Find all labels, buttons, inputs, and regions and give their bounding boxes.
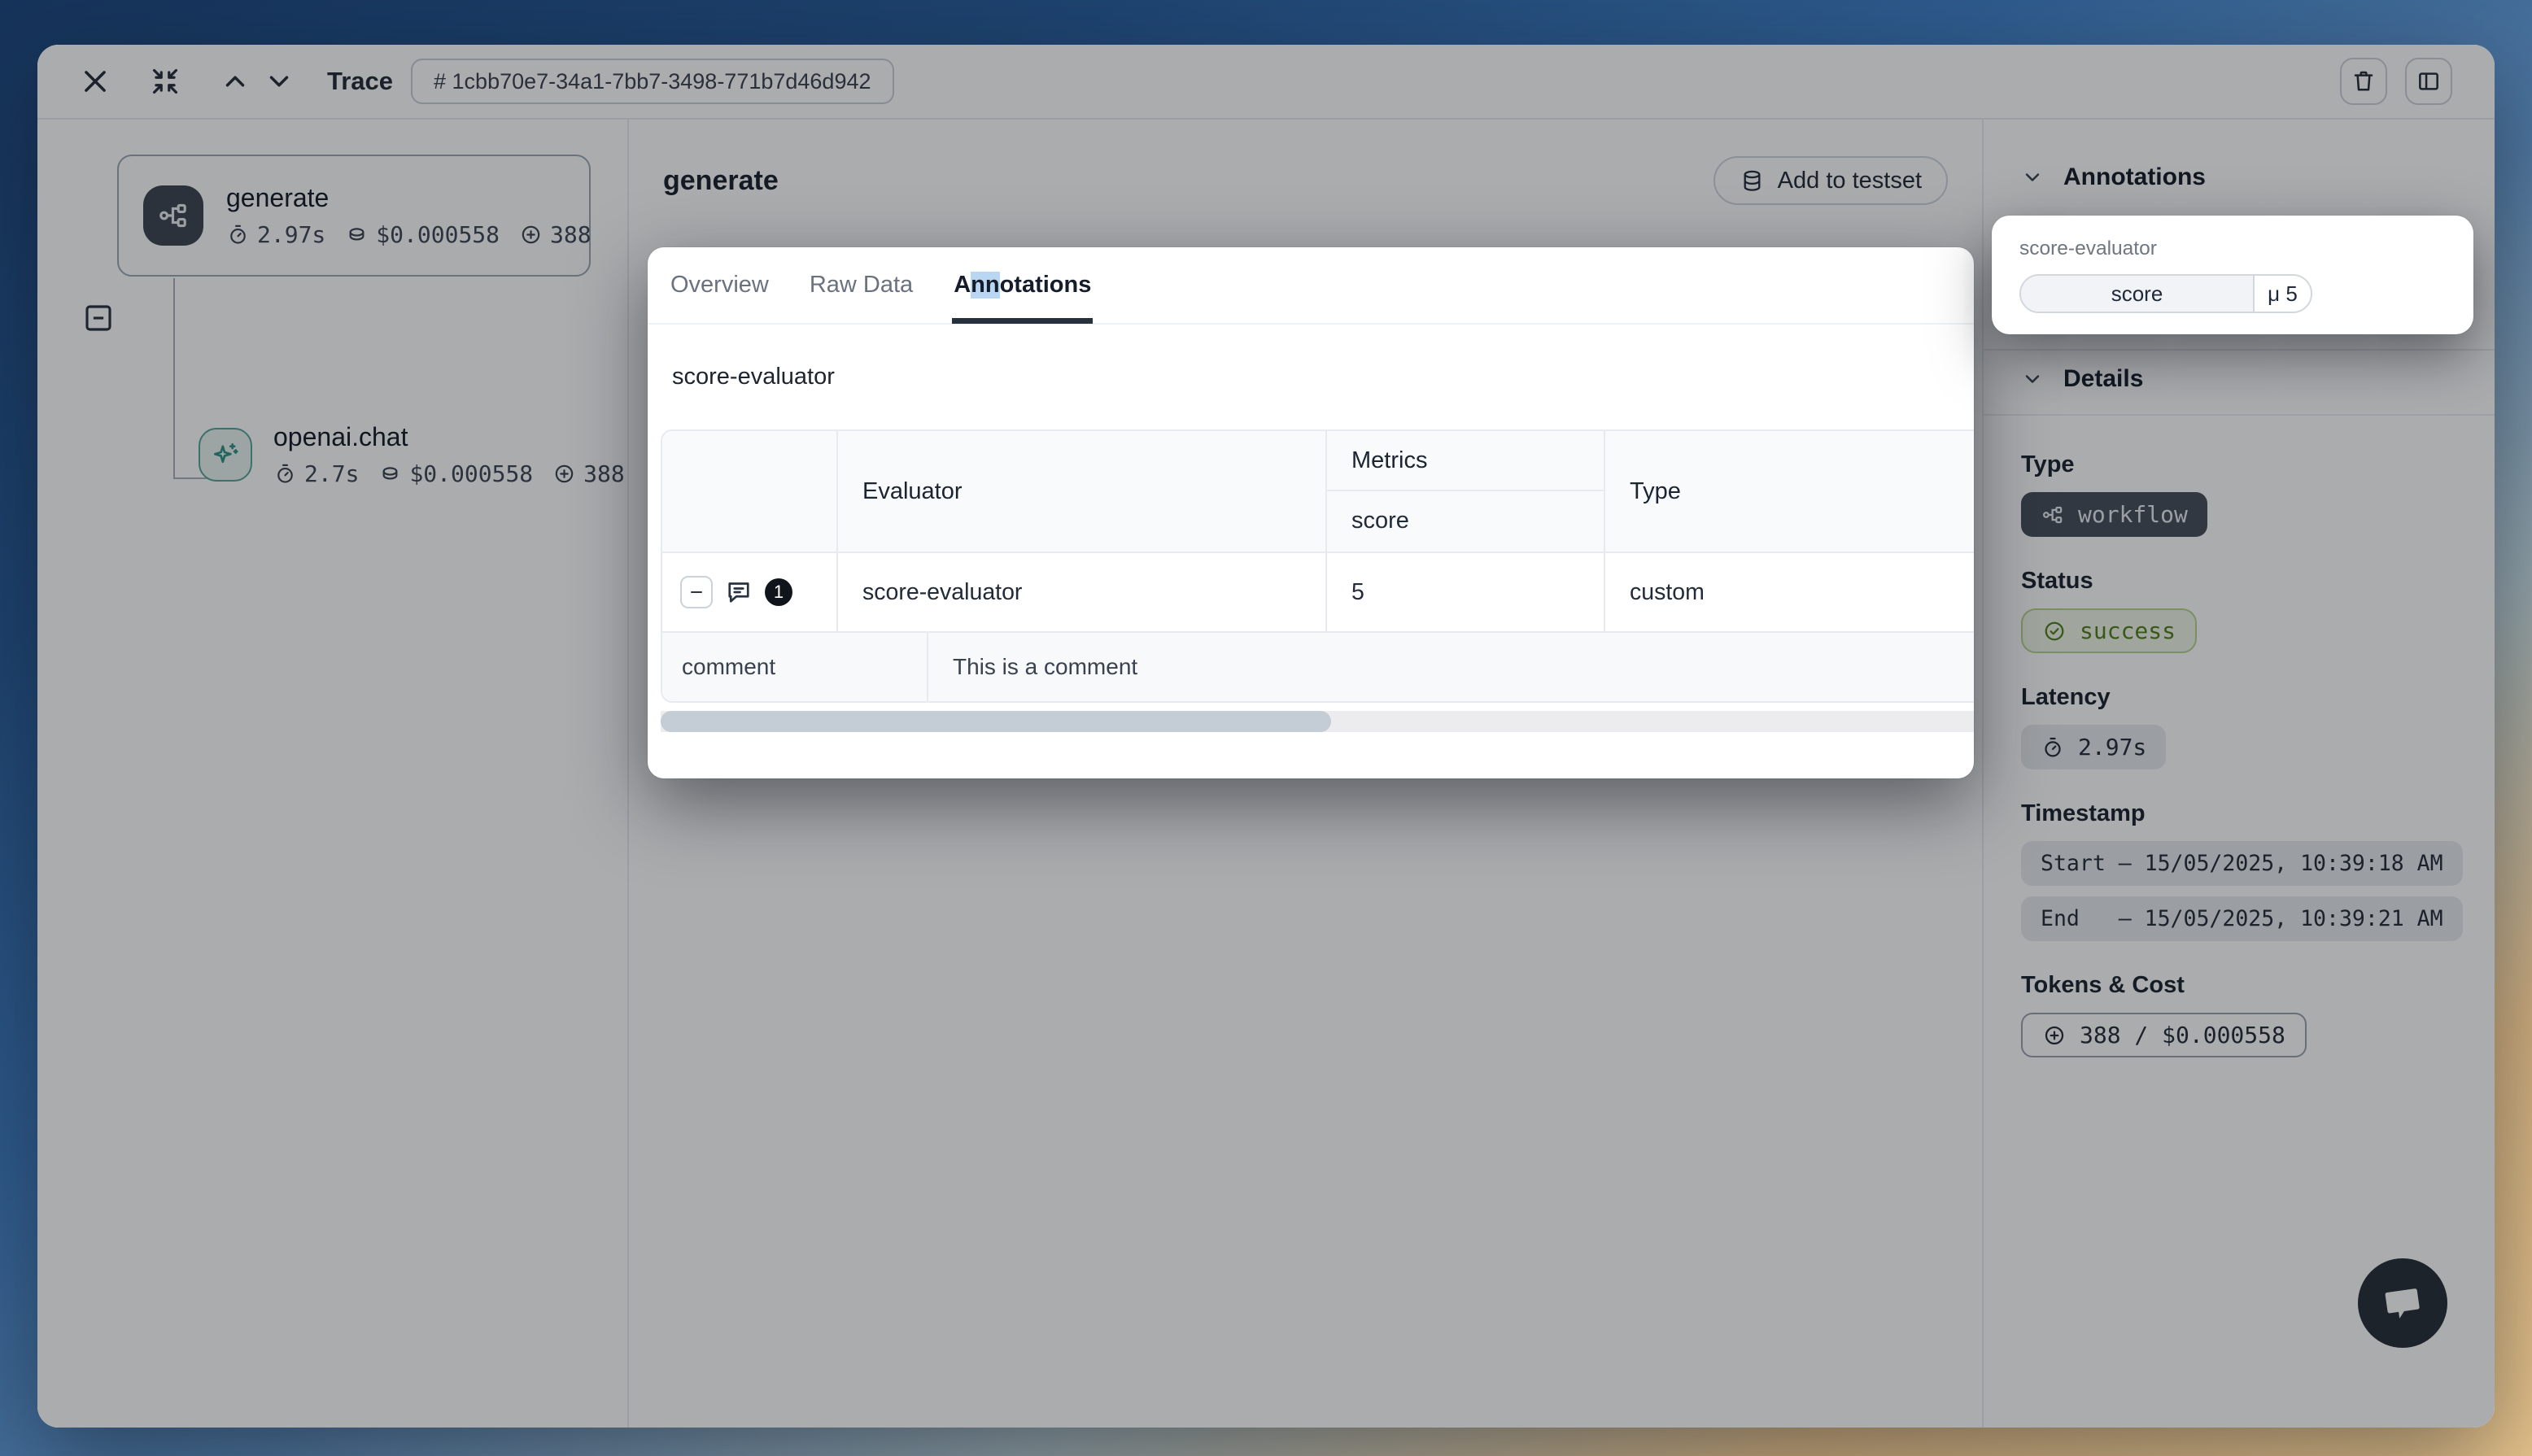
plus-circle-icon xyxy=(519,223,543,246)
check-circle-icon xyxy=(2042,619,2067,643)
span-name: openai.chat xyxy=(273,422,625,452)
cell-type: custom xyxy=(1605,553,1974,631)
minus-icon xyxy=(687,582,706,602)
span-name: generate xyxy=(226,183,592,213)
span-title: generate xyxy=(663,165,779,197)
evaluator-table: Evaluator Metrics score Type xyxy=(661,429,1974,703)
type-label: Type xyxy=(2021,451,2457,478)
tree-connector xyxy=(173,278,175,479)
tab-raw-data[interactable]: Raw Data xyxy=(808,247,915,323)
details-section-header: Details xyxy=(1984,351,2495,393)
tokens-stat: 388 xyxy=(519,221,592,248)
chat-bubble-icon xyxy=(2377,1277,2429,1329)
type-badge: workflow xyxy=(2021,492,2207,537)
metric-score-control[interactable]: score μ 5 xyxy=(2019,274,2312,313)
span-node-generate[interactable]: generate 2.97s $0.000558 388 xyxy=(117,155,591,277)
tab-annotations[interactable]: Annotations xyxy=(952,247,1093,323)
evaluator-section-title: score-evaluator xyxy=(672,364,1974,390)
comment-row: comment This is a comment xyxy=(662,631,1974,701)
latency-badge: 2.97s xyxy=(2021,725,2166,769)
delete-trace-button[interactable] xyxy=(2340,58,2387,105)
scrollbar-thumb[interactable] xyxy=(661,711,1331,732)
workflow-icon xyxy=(2041,503,2065,527)
end-timestamp-badge: End – 15/05/2025, 10:39:21 AM xyxy=(2021,896,2463,941)
toolbar: Trace # 1cbb70e7-34a1-7bb7-3498-771b7d46… xyxy=(37,45,2495,120)
chevron-down-icon[interactable] xyxy=(2021,166,2044,189)
comment-icon[interactable] xyxy=(724,578,753,607)
chevron-down-icon[interactable] xyxy=(2021,368,2044,390)
trace-window: Trace # 1cbb70e7-34a1-7bb7-3498-771b7d46… xyxy=(37,45,2495,1428)
start-timestamp-badge: Start – 15/05/2025, 10:39:18 AM xyxy=(2021,841,2463,886)
nav-up-icon[interactable] xyxy=(220,66,251,97)
tokens-stat: 388 xyxy=(552,460,625,487)
annotations-tab-content: score-evaluator Evaluator Metrics score … xyxy=(648,364,1974,732)
plus-circle-icon xyxy=(552,462,576,486)
sparkle-icon xyxy=(199,428,252,482)
collapse-row-button[interactable] xyxy=(680,576,713,608)
header-cell-evaluator: Evaluator xyxy=(838,431,1327,551)
main-header: generate Add to testset xyxy=(629,120,1982,242)
span-node-openai-chat[interactable]: openai.chat 2.7s $0.000558 388 xyxy=(199,422,625,487)
status-badge: success xyxy=(2021,608,2197,653)
stopwatch-icon xyxy=(2041,735,2065,760)
tab-overview[interactable]: Overview xyxy=(669,247,771,323)
cost-stat: $0.000558 xyxy=(378,460,533,487)
metric-name: score xyxy=(2021,276,2255,312)
comment-key: comment xyxy=(662,633,928,701)
workflow-icon xyxy=(143,185,203,246)
add-to-testset-button[interactable]: Add to testset xyxy=(1713,156,1948,205)
header-cell-empty xyxy=(662,431,838,551)
latency-stat: 2.97s xyxy=(226,221,325,248)
main-panel: generate Add to testset Overview Raw Dat… xyxy=(629,120,1982,1428)
tab-bar: Overview Raw Data Annotations xyxy=(648,247,1974,325)
annotation-card: score-evaluator score μ 5 xyxy=(1992,216,2473,334)
span-detail-card: Overview Raw Data Annotations score-eval… xyxy=(648,247,1974,778)
tokens-cost-label: Tokens & Cost xyxy=(2021,972,2457,999)
toggle-panel-button[interactable] xyxy=(2405,58,2452,105)
timestamp-label: Timestamp xyxy=(2021,800,2457,827)
latency-label: Latency xyxy=(2021,684,2457,711)
comment-count-badge: 1 xyxy=(765,578,792,606)
collapse-icon[interactable] xyxy=(150,66,181,97)
tokens-cost-badge: 388 / $0.000558 xyxy=(2021,1013,2307,1057)
stopwatch-icon xyxy=(226,223,250,246)
table-row: 1 score-evaluator 5 custom xyxy=(662,553,1974,631)
header-cell-metrics: Metrics score xyxy=(1327,431,1605,551)
chat-support-button[interactable] xyxy=(2358,1258,2447,1348)
cost-stat: $0.000558 xyxy=(345,221,500,248)
coins-icon xyxy=(345,223,369,246)
page-title: Trace xyxy=(327,67,393,96)
status-label: Status xyxy=(2021,568,2457,595)
panel-layout-icon xyxy=(2416,68,2442,94)
trash-icon xyxy=(2351,68,2377,94)
stopwatch-icon xyxy=(273,462,297,486)
comment-value: This is a comment xyxy=(928,633,1974,701)
text-selection: nn xyxy=(971,272,999,299)
table-header: Evaluator Metrics score Type xyxy=(662,431,1974,553)
trace-id-badge[interactable]: # 1cbb70e7-34a1-7bb7-3498-771b7d46d942 xyxy=(411,59,893,104)
annotation-evaluator-label: score-evaluator xyxy=(2019,238,2446,260)
plus-circle-icon xyxy=(2042,1023,2067,1048)
nav-down-icon[interactable] xyxy=(264,66,295,97)
close-icon[interactable] xyxy=(80,66,111,97)
horizontal-scrollbar xyxy=(661,711,1974,732)
metric-mean-value: μ 5 xyxy=(2255,276,2311,312)
latency-stat: 2.7s xyxy=(273,460,359,487)
header-cell-type: Type xyxy=(1605,431,1974,551)
cell-evaluator: score-evaluator xyxy=(838,553,1327,631)
span-tree-sidebar: generate 2.97s $0.000558 388 xyxy=(37,120,629,1428)
coins-icon xyxy=(378,462,402,486)
cell-score: 5 xyxy=(1327,553,1605,631)
details-sidebar: Annotations score-evaluator score μ 5 De… xyxy=(1982,120,2495,1428)
annotations-section-header: Annotations xyxy=(1984,120,2495,191)
collapse-node-icon[interactable] xyxy=(81,301,116,335)
database-icon xyxy=(1740,168,1765,194)
